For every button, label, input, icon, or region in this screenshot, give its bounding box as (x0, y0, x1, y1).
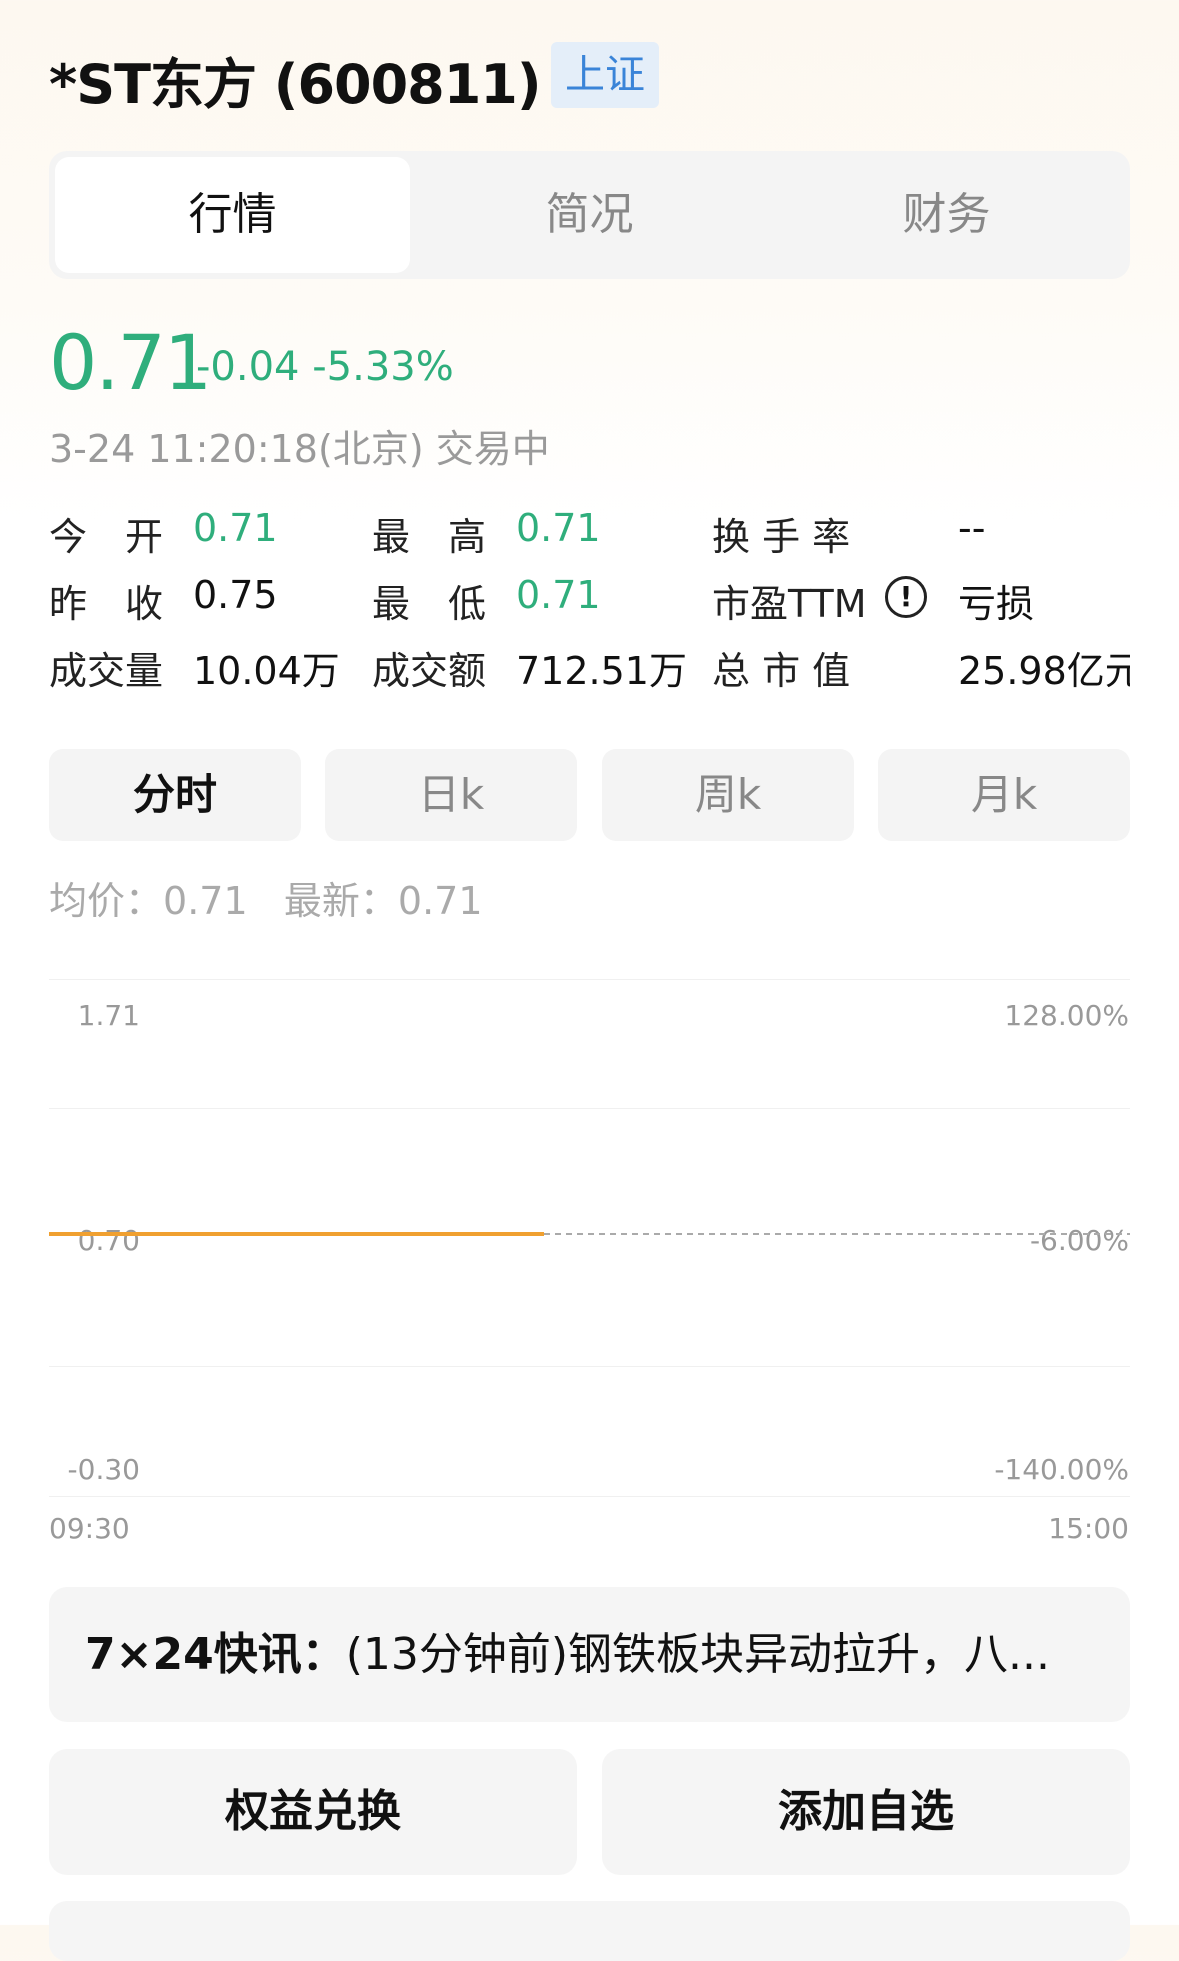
tab-profile[interactable]: 简况 (412, 157, 767, 273)
tab-bar: 行情 简况 财务 (49, 151, 1130, 279)
quote-timestamp: 3-24 11:20:18(北京) 交易中 (49, 427, 550, 471)
change-percent: -5.33% (312, 344, 454, 390)
news-ticker[interactable]: 7×24快讯：(13分钟前)钢铁板块异动拉升，八... (49, 1587, 1130, 1722)
y-left-tick: 1.71 (77, 999, 140, 1032)
rights-exchange-button[interactable]: 权益兑换 (49, 1749, 577, 1875)
x-tick: 09:30 (49, 1512, 130, 1545)
stat-prev-close: 0.75 (193, 573, 278, 617)
exchange-badge: 上证 (551, 42, 659, 108)
news-prefix: 7×24快讯： (85, 1629, 346, 1680)
y-left-tick: -0.30 (67, 1453, 140, 1486)
bottom-panel (49, 1901, 1130, 1961)
grid-line (49, 1496, 1130, 1497)
latest-label: 最新： (283, 879, 398, 923)
stat-label: 昨 收 (49, 582, 164, 626)
grid-line (49, 1108, 1130, 1109)
stat-label: 最 高 (372, 515, 487, 559)
period-intraday[interactable]: 分时 (49, 749, 301, 841)
stat-label: 成交额 (372, 649, 487, 693)
stat-market-cap: 25.98亿元 (958, 649, 1130, 693)
avg-value: 0.71 (163, 879, 248, 923)
avg-latest-line: 均价：0.71 最新：0.71 (49, 870, 483, 925)
stat-label: 总 市 值 (712, 649, 851, 693)
news-text: (13分钟前)钢铁板块异动拉升，八... (345, 1629, 1050, 1680)
stat-label: 换 手 率 (712, 515, 851, 559)
change-value: -0.04 (196, 344, 300, 390)
stat-label: 今 开 (49, 515, 164, 559)
period-monthly[interactable]: 月k (878, 749, 1130, 841)
grid-line (49, 979, 1130, 980)
stat-open: 0.71 (193, 506, 278, 550)
tab-quote[interactable]: 行情 (55, 157, 410, 273)
grid-line (49, 1366, 1130, 1367)
stat-volume: 10.04万 (193, 649, 340, 693)
add-watchlist-button[interactable]: 添加自选 (602, 1749, 1130, 1875)
stat-turnover: -- (958, 506, 986, 550)
current-price: 0.71 (49, 318, 212, 407)
info-icon[interactable]: ! (885, 576, 927, 618)
stat-high: 0.71 (516, 506, 601, 550)
stat-amount: 712.51万 (516, 649, 687, 693)
stat-label: 最 低 (372, 582, 487, 626)
y-right-tick: 128.00% (1004, 999, 1129, 1032)
stat-pe: 亏损 (958, 582, 1035, 626)
latest-value: 0.71 (397, 879, 483, 923)
stat-label: 成交量 (49, 649, 164, 693)
x-tick: 15:00 (1048, 1512, 1129, 1545)
stat-low: 0.71 (516, 573, 601, 617)
stat-label: 市盈TTM (712, 582, 867, 626)
period-weekly[interactable]: 周k (602, 749, 854, 841)
y-right-tick: -140.00% (994, 1453, 1129, 1486)
chart-plot (49, 1232, 1130, 1236)
price-change: -0.04 -5.33% (196, 344, 454, 390)
tab-finance[interactable]: 财务 (769, 157, 1124, 273)
period-daily[interactable]: 日k (325, 749, 577, 841)
avg-label: 均价： (49, 879, 164, 923)
stock-title: *ST东方 (600811) (49, 53, 542, 116)
